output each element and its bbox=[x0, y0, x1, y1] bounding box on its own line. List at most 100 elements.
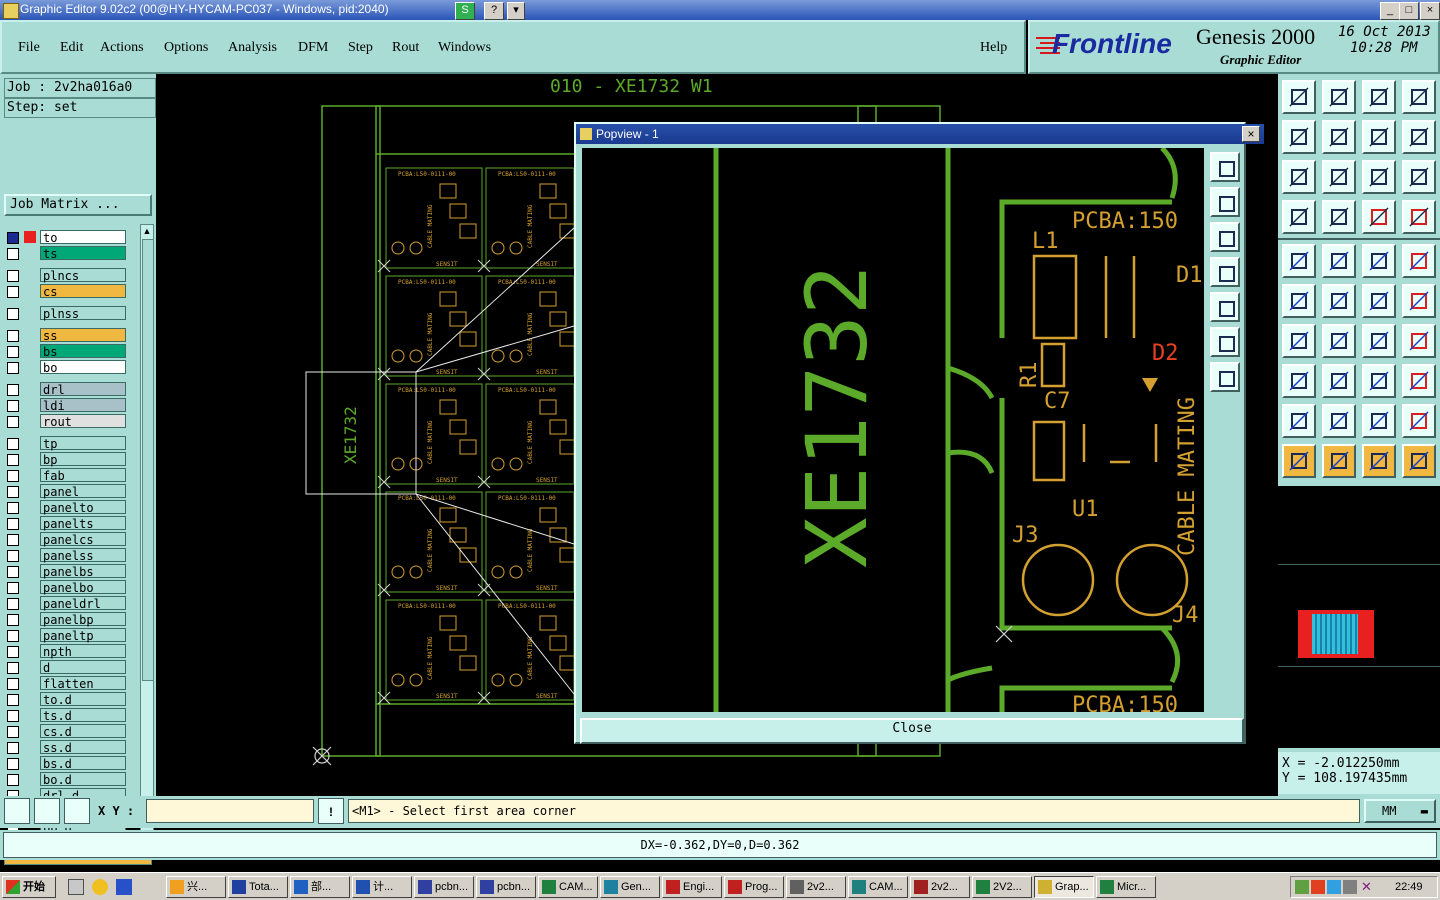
layer-row-bo-d[interactable]: bo.d bbox=[4, 772, 126, 787]
layer-row-bp[interactable]: bp bbox=[4, 452, 126, 467]
layer-row-flatten[interactable]: flatten bbox=[4, 676, 126, 691]
layer-row-panelbs[interactable]: panelbs bbox=[4, 564, 126, 579]
layer-row-bo[interactable]: bo bbox=[4, 360, 126, 375]
layer-checkbox[interactable] bbox=[7, 534, 19, 546]
minimap[interactable] bbox=[1278, 486, 1440, 748]
tray-icon-3[interactable] bbox=[1327, 880, 1341, 894]
layer-row-cs-d[interactable]: cs.d bbox=[4, 724, 126, 739]
taskbar-item[interactable]: CAM... bbox=[848, 876, 908, 898]
layer-name[interactable]: plncs bbox=[40, 268, 126, 283]
shield-icon[interactable] bbox=[116, 879, 132, 895]
pv-left-icon[interactable] bbox=[1210, 257, 1240, 287]
layer-name[interactable]: paneldrl bbox=[40, 596, 126, 611]
menu-analysis[interactable]: Analysis bbox=[228, 40, 277, 56]
layer-name[interactable]: ss bbox=[40, 328, 126, 343]
layer-row-plncs[interactable]: plncs bbox=[4, 268, 126, 283]
mirror-icon[interactable] bbox=[1402, 324, 1436, 358]
measure-x-icon[interactable] bbox=[1362, 364, 1396, 398]
layer-name[interactable]: bp bbox=[40, 452, 126, 467]
layer-name[interactable]: panelbs bbox=[40, 564, 126, 579]
layer-row-rout[interactable]: rout bbox=[4, 414, 126, 429]
clock-app-icon[interactable] bbox=[92, 879, 108, 895]
taskbar-item[interactable]: 兴... bbox=[166, 876, 226, 898]
close-window-button[interactable]: × bbox=[1420, 2, 1440, 20]
line-draw-icon[interactable] bbox=[1322, 244, 1356, 278]
layer-checkbox[interactable] bbox=[7, 662, 19, 674]
layer-checkbox[interactable] bbox=[7, 630, 19, 642]
layer-name[interactable]: tp bbox=[40, 436, 126, 451]
layer-checkbox[interactable] bbox=[7, 566, 19, 578]
taskbar-item[interactable]: Grap... bbox=[1034, 876, 1094, 898]
layer-checkbox[interactable] bbox=[7, 614, 19, 626]
flip-icon[interactable] bbox=[1402, 120, 1436, 154]
layer-row-ts[interactable]: ts bbox=[4, 246, 126, 261]
layer-name[interactable]: cs.d bbox=[40, 724, 126, 739]
pv-load-icon[interactable] bbox=[1210, 222, 1240, 252]
layer-checkbox[interactable] bbox=[7, 758, 19, 770]
layer-name[interactable]: rout bbox=[40, 414, 126, 429]
layer-row-panelto[interactable]: panelto bbox=[4, 500, 126, 515]
minimize-button[interactable]: _ bbox=[1380, 2, 1400, 20]
menu-edit[interactable]: Edit bbox=[60, 40, 83, 56]
line-red-icon[interactable] bbox=[1322, 364, 1356, 398]
layer-name[interactable]: bs.d bbox=[40, 756, 126, 771]
layer-checkbox[interactable] bbox=[7, 248, 19, 260]
layer-checkbox[interactable] bbox=[7, 550, 19, 562]
layer-row-bs[interactable]: bs bbox=[4, 344, 126, 359]
layer-name[interactable]: flatten bbox=[40, 676, 126, 691]
zoom-area-icon[interactable] bbox=[4, 798, 30, 824]
layer-checkbox[interactable] bbox=[7, 774, 19, 786]
pv-fit-icon[interactable] bbox=[1210, 327, 1240, 357]
layer-move-icon[interactable] bbox=[1402, 200, 1436, 234]
layer-checkbox[interactable] bbox=[7, 346, 19, 358]
layer-row-to-d[interactable]: to.d bbox=[4, 692, 126, 707]
layer-name[interactable]: plnss bbox=[40, 306, 126, 321]
layer-checkbox[interactable] bbox=[7, 582, 19, 594]
layer-row-to[interactable]: to bbox=[4, 230, 126, 245]
layer-row-cs[interactable]: cs bbox=[4, 284, 126, 299]
layer-name[interactable]: ss.d bbox=[40, 740, 126, 755]
ruler-icon[interactable] bbox=[1362, 244, 1396, 278]
menu-dfm[interactable]: DFM bbox=[298, 40, 328, 56]
grid-snap-icon[interactable] bbox=[1322, 200, 1356, 234]
layer-name[interactable]: panelcs bbox=[40, 532, 126, 547]
layer-checkbox[interactable] bbox=[7, 726, 19, 738]
taskbar-item[interactable]: 2v2... bbox=[910, 876, 970, 898]
pv-save-icon[interactable] bbox=[1210, 187, 1240, 217]
layer-checkbox[interactable] bbox=[7, 470, 19, 482]
layer-checkbox[interactable] bbox=[7, 438, 19, 450]
home-icon[interactable] bbox=[1362, 80, 1396, 114]
snap-point-icon[interactable] bbox=[1362, 284, 1396, 318]
layer-name[interactable]: cs bbox=[40, 284, 126, 299]
taskbar-item[interactable]: Prog... bbox=[724, 876, 784, 898]
layer-row-paneltp[interactable]: paneltp bbox=[4, 628, 126, 643]
s-icon[interactable]: S bbox=[455, 2, 475, 20]
scale-1-2-icon[interactable] bbox=[1362, 160, 1396, 194]
pointer-box-icon[interactable] bbox=[1322, 444, 1356, 478]
popview-close-icon[interactable]: × bbox=[1242, 126, 1260, 142]
pointer-icon[interactable] bbox=[1282, 444, 1316, 478]
menu-windows[interactable]: Windows bbox=[438, 40, 491, 56]
menu-step[interactable]: Step bbox=[348, 40, 373, 56]
swap-icon[interactable] bbox=[1362, 120, 1396, 154]
pointer-select-icon[interactable] bbox=[1362, 444, 1396, 478]
units-select[interactable]: MM ▬ bbox=[1364, 799, 1436, 823]
layer-name[interactable]: npth bbox=[40, 644, 126, 659]
pad-icon[interactable] bbox=[1402, 244, 1436, 278]
layer-row-npth[interactable]: npth bbox=[4, 644, 126, 659]
pan-left-icon[interactable] bbox=[1282, 120, 1316, 154]
layer-row-panel[interactable]: panel bbox=[4, 484, 126, 499]
tray-icon-1[interactable] bbox=[1295, 880, 1309, 894]
window-icon[interactable] bbox=[1402, 80, 1436, 114]
pan-right-icon[interactable] bbox=[1322, 120, 1356, 154]
layer-checkbox[interactable] bbox=[7, 598, 19, 610]
cross-icon[interactable] bbox=[1322, 284, 1356, 318]
triangle-c-icon[interactable] bbox=[1402, 404, 1436, 438]
layer-row-drl[interactable]: drl bbox=[4, 382, 126, 397]
xy-input[interactable] bbox=[146, 799, 314, 823]
layer-row-panelbo[interactable]: panelbo bbox=[4, 580, 126, 595]
layer-checkbox[interactable] bbox=[7, 486, 19, 498]
layer-row-panelbp[interactable]: panelbp bbox=[4, 612, 126, 627]
taskbar-item[interactable]: Micr... bbox=[1096, 876, 1156, 898]
layer-name[interactable]: panelts bbox=[40, 516, 126, 531]
